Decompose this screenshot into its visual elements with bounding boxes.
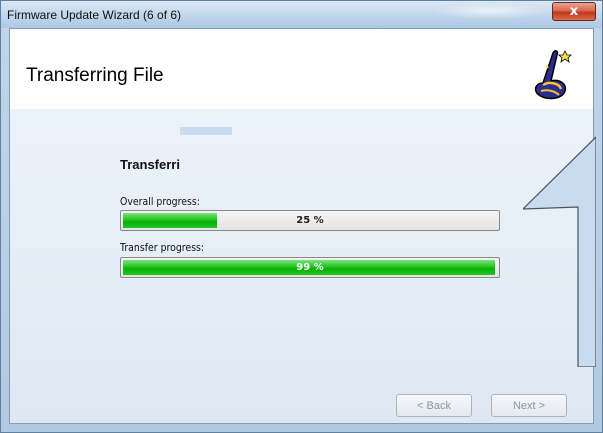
callout-balloon: [523, 136, 596, 367]
transfer-progress-percent: 99 %: [296, 262, 324, 273]
next-button[interactable]: Next >: [491, 394, 567, 417]
transfer-progress-label: Transfer progress:: [120, 241, 205, 254]
page-title: Transferring File: [26, 65, 164, 86]
faded-placeholder-bar: [180, 127, 232, 135]
window-title: Firmware Update Wizard (6 of 6): [7, 8, 182, 22]
overall-progress-label: Overall progress:: [120, 195, 200, 208]
step-subtitle: Transferri: [120, 157, 180, 172]
close-icon: x: [569, 4, 579, 19]
back-button[interactable]: < Back: [396, 394, 472, 417]
wizard-body: Transferri Overall progress: 25 % Transf…: [10, 109, 593, 423]
transfer-progress-bar: 99 %: [120, 257, 500, 278]
overall-progress-percent: 25 %: [296, 215, 324, 226]
wizard-content: Transferring File Transferri Overall pro…: [9, 28, 594, 424]
wizard-header: Transferring File: [10, 29, 593, 109]
wizard-hat-icon: [534, 50, 572, 100]
wizard-window: Firmware Update Wizard (6 of 6) x Transf…: [0, 0, 603, 433]
title-bar-glare: [431, 3, 551, 19]
close-button[interactable]: x: [552, 2, 596, 21]
title-bar[interactable]: Firmware Update Wizard (6 of 6) x: [1, 1, 602, 28]
overall-progress-bar: 25 %: [120, 210, 500, 231]
